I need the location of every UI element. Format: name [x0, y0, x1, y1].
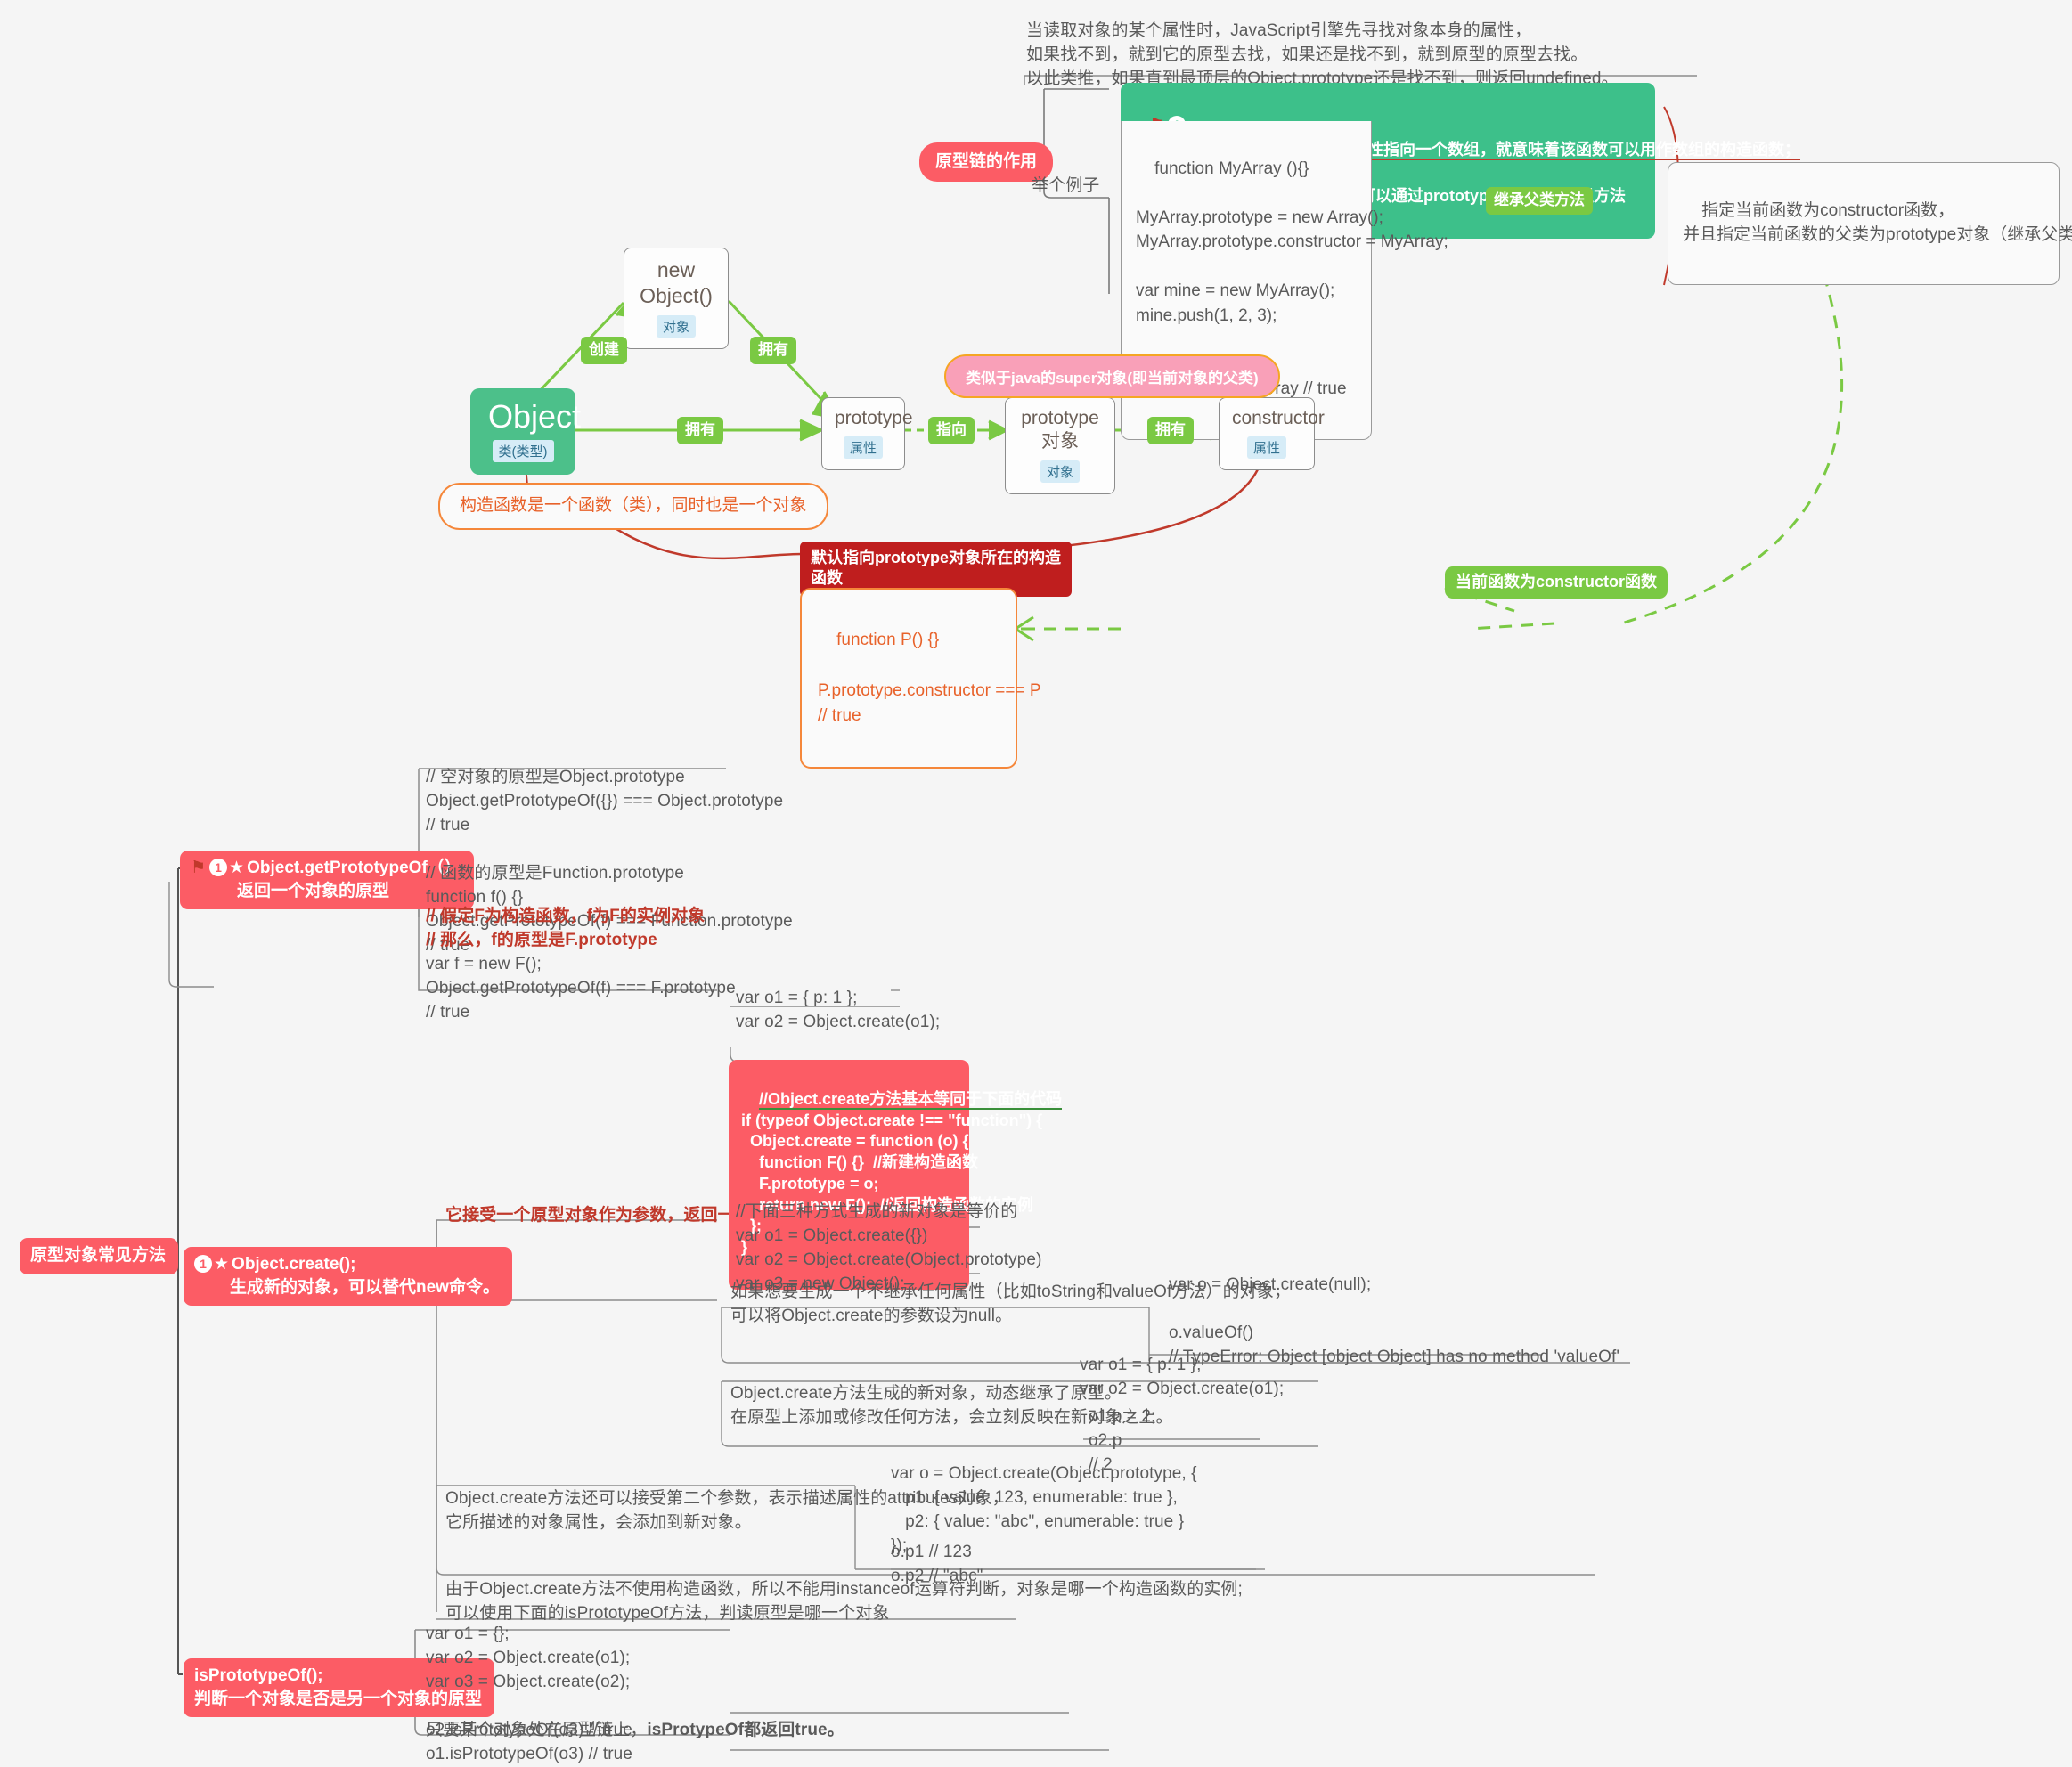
- conclusion-plain: 只要某个对象处在原型链上，: [426, 1721, 648, 1739]
- node-constructor-title: constructor: [1232, 408, 1325, 428]
- edge-label-own-2: 拥有: [677, 417, 723, 445]
- node-prototype[interactable]: prototype 属性: [821, 397, 913, 471]
- mindmap-canvas: 当读取对象的某个属性时，JavaScript引擎先寻找对象本身的属性， 如果找不…: [0, 0, 2072, 1763]
- note-java-super: 类似于java的super对象(即当前对象的父类): [944, 354, 1280, 398]
- node-new-object-tag: 对象: [656, 314, 696, 338]
- node-object[interactable]: Object 类(类型): [470, 388, 582, 475]
- node-prototype-object-tag: 对象: [1040, 460, 1080, 483]
- code-getprototypeof-hl2: // 那么，f的原型是F.prototype: [426, 931, 657, 949]
- node-prototype-object-title: prototype对象: [1021, 408, 1099, 452]
- star-icon: ★: [229, 859, 245, 877]
- node-object-tag: 类(类型): [492, 439, 554, 462]
- edge-label-own-1: 拥有: [750, 337, 796, 365]
- edge-label-create: 创建: [581, 337, 627, 365]
- badge-number: 1: [209, 859, 228, 876]
- root-label-prototype-common-methods[interactable]: 原型对象常见方法: [20, 1238, 179, 1274]
- node-prototype-tag: 属性: [843, 436, 883, 460]
- code-isprototypeof: var o1 = {}; var o2 = Object.create(o1);…: [426, 1624, 632, 1763]
- code-dynamic-left: var o1 = { p: 1 }; var o2 = Object.creat…: [1080, 1356, 1285, 1398]
- example-label: 举个例子: [1032, 176, 1100, 195]
- note-constructor-is-function: 构造函数是一个函数（类），同时也是一个对象: [438, 483, 828, 530]
- node-prototype-object[interactable]: prototype对象 对象: [1005, 397, 1115, 494]
- code-getprototypeof-hl1: // 假定F为构造函数，f为F的实例对象: [426, 907, 706, 925]
- topic-title: isPrototypeOf();: [194, 1666, 323, 1685]
- topic-title: Object.create();: [232, 1255, 356, 1274]
- node-object-title: Object: [488, 398, 582, 435]
- edge-label-inherit-parent-methods: 继承父类方法: [1486, 187, 1593, 216]
- topic-subtitle: 生成新的对象，可以替代new命令。: [230, 1277, 500, 1297]
- topic-subtitle: 返回一个对象的原型: [237, 881, 390, 900]
- topic-object-create[interactable]: 1 ★ Object.create(); 生成新的对象，可以替代new命令。: [184, 1247, 512, 1307]
- conclusion-isprototypeof: 只要某个对象处在原型链上，isProtypeOf都返回true。: [426, 1719, 844, 1743]
- edge-label-point-to: 指向: [928, 417, 975, 445]
- conclusion-bold: isProtypeOf都返回true。: [647, 1721, 844, 1739]
- note-constructor-parent: 指定当前函数为constructor函数， 并且指定当前函数的父类为protot…: [1668, 162, 2072, 286]
- edge-label-own-3: 拥有: [1147, 417, 1194, 445]
- node-constructor[interactable]: constructor 属性: [1219, 397, 1325, 471]
- node-new-object[interactable]: new Object() 对象: [624, 248, 729, 349]
- edge-label-current-function-constructor: 当前函数为constructor函数: [1445, 566, 1668, 598]
- prototype-chain-intro-note: 当读取对象的某个属性时，JavaScript引擎先寻找对象本身的属性， 如果找不…: [1026, 21, 1619, 88]
- node-constructor-tag: 属性: [1246, 436, 1286, 460]
- node-new-object-title: new Object(): [640, 258, 713, 307]
- code-getprototypeof-part2: var f = new F(); Object.getPrototypeOf(f…: [426, 955, 736, 1022]
- star-icon: ★: [214, 1255, 230, 1274]
- node-prototype-title: prototype: [835, 408, 913, 428]
- note-create-no-instanceof: 由于Object.create方法不使用构造函数，所以不能用instanceof…: [445, 1580, 1243, 1623]
- code-function-p: function P() {} P.prototype.constructor …: [800, 588, 1041, 769]
- badge-number: 1: [194, 1255, 212, 1273]
- code-polyfill-title: //Object.create方法基本等同于下面的代码: [759, 1089, 1063, 1110]
- flag-icon: ⚑: [191, 859, 207, 877]
